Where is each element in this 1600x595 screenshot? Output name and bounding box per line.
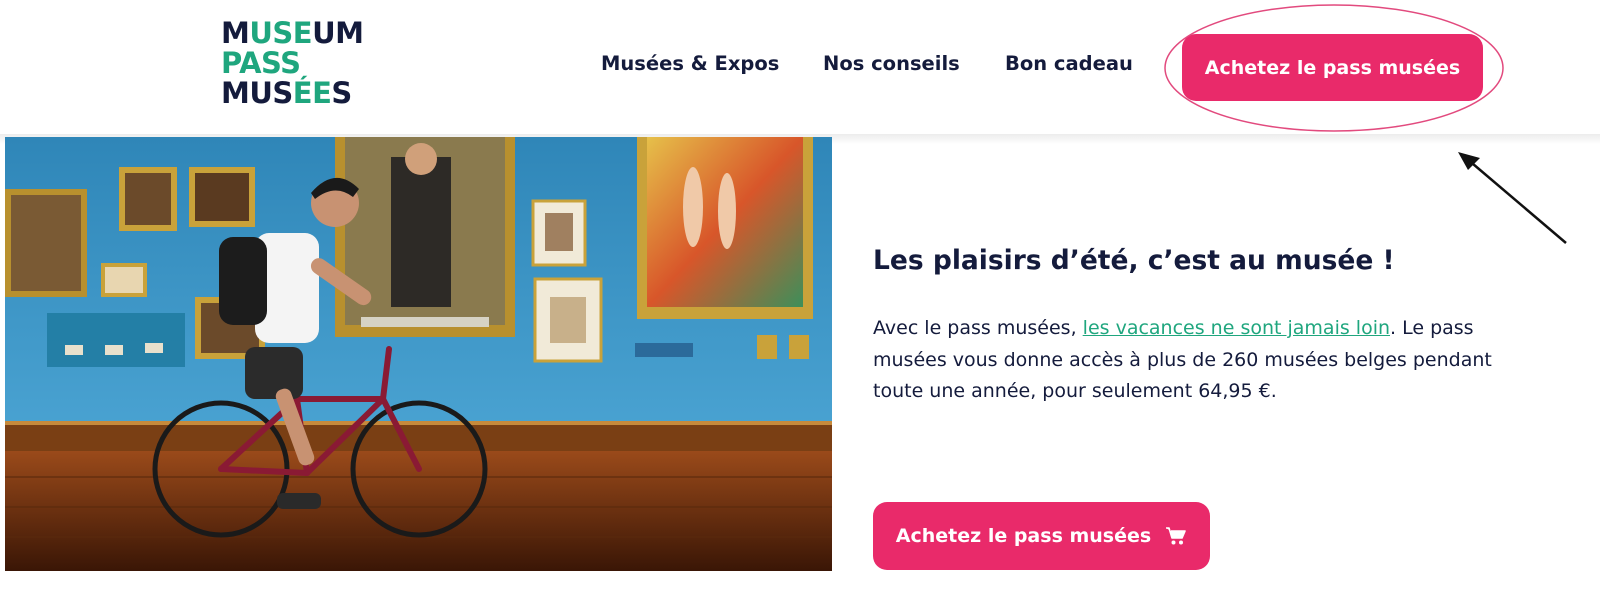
- site-header: MUSEUM PASS MUSÉES Musées & Expos Nos cons…: [0, 0, 1600, 134]
- logo-letters: UM: [312, 16, 364, 50]
- logo-line: MUSÉES: [221, 78, 389, 108]
- vacances-link[interactable]: les vacances ne sont jamais loin: [1083, 317, 1390, 339]
- logo-letters: USE: [249, 16, 313, 50]
- logo-letters: S: [331, 76, 352, 110]
- hero-body-text: Avec le pass musées, les vacances ne son…: [873, 313, 1513, 408]
- logo-letters: PASS: [221, 46, 301, 80]
- buy-pass-label: Achetez le pass musées: [895, 525, 1152, 547]
- hero-photo-illustration: [5, 137, 832, 571]
- nav-link-bon-cadeau[interactable]: Bon cadeau: [1005, 52, 1133, 82]
- logo-line: MUSEUM: [221, 18, 389, 48]
- nav-link-musees-expos[interactable]: Musées & Expos: [601, 52, 779, 82]
- logo-letters: MUS: [221, 76, 293, 110]
- logo-letters: ÉE: [292, 76, 332, 110]
- hero-photo-cyclist-in-museum: [5, 137, 832, 571]
- hero-headline: Les plaisirs d’été, c’est au musée !: [873, 245, 1395, 276]
- pointer-arrow-icon: [1458, 152, 1567, 244]
- shopping-cart-icon: [1165, 526, 1187, 546]
- header-buy-pass-button[interactable]: Achetez le pass musées: [1182, 34, 1483, 101]
- museum-pass-musees-logo[interactable]: MUSEUM PASS MUSÉES: [221, 18, 389, 118]
- header-buy-pass-label: Achetez le pass musées: [1204, 56, 1461, 79]
- buy-pass-button[interactable]: Achetez le pass musées: [873, 502, 1210, 570]
- nav-link-nos-conseils[interactable]: Nos conseils: [823, 52, 960, 82]
- logo-letters: M: [221, 16, 250, 50]
- logo-line: PASS: [221, 48, 389, 78]
- hero-body-intro: Avec le pass musées,: [873, 317, 1083, 339]
